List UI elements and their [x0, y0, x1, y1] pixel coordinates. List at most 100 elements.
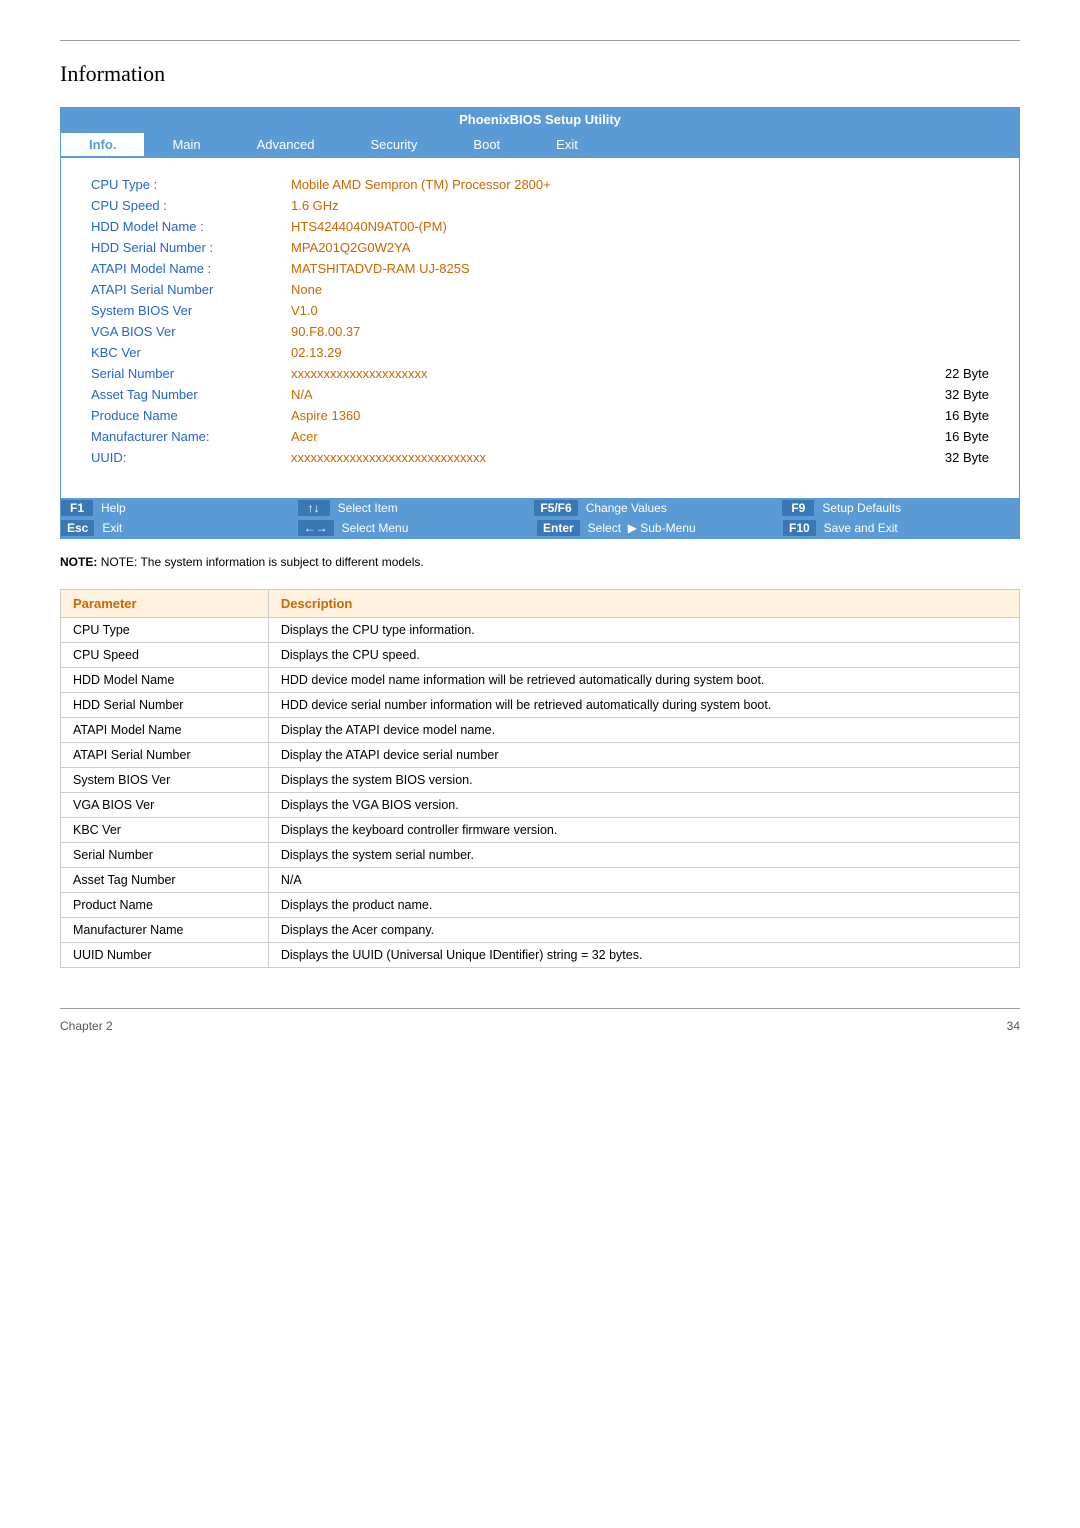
- bios-info-label: KBC Ver: [85, 342, 285, 363]
- param-name: Product Name: [61, 893, 269, 918]
- key-f9: F9: [782, 500, 814, 516]
- bios-info-row: HDD Model Name :HTS4244040N9AT00-(PM): [85, 216, 995, 237]
- setup-defaults-desc: Setup Defaults: [818, 500, 1019, 516]
- key-enter: Enter: [537, 520, 580, 536]
- param-desc: HDD device model name information will b…: [268, 668, 1019, 693]
- change-values-desc: Change Values: [582, 500, 783, 516]
- bios-info-row: Asset Tag NumberN/A32 Byte: [85, 384, 995, 405]
- page-number: 34: [1007, 1019, 1020, 1033]
- note-text: NOTE: NOTE: The system information is su…: [60, 555, 1020, 569]
- bios-info-label: CPU Type :: [85, 174, 285, 195]
- bios-info-size: [877, 258, 996, 279]
- bios-info-value: V1.0: [285, 300, 877, 321]
- exit-desc: Exit: [98, 520, 297, 536]
- param-table-row: Asset Tag NumberN/A: [61, 868, 1020, 893]
- bios-info-size: [877, 216, 996, 237]
- param-desc: HDD device serial number information wil…: [268, 693, 1019, 718]
- bios-status-bar: F1 Help ↑↓ Select Item F5/F6 Change Valu…: [61, 498, 1019, 538]
- bios-info-row: UUID:xxxxxxxxxxxxxxxxxxxxxxxxxxxxxx32 By…: [85, 447, 995, 468]
- param-table-header-param: Parameter: [61, 590, 269, 618]
- bios-info-size: 32 Byte: [877, 384, 996, 405]
- status-line-2: Esc Exit ←→ Select Menu Enter Select ▶ S…: [61, 518, 1019, 538]
- param-name: Serial Number: [61, 843, 269, 868]
- bios-info-row: CPU Speed :1.6 GHz: [85, 195, 995, 216]
- bios-nav-boot[interactable]: Boot: [445, 133, 528, 156]
- param-name: HDD Model Name: [61, 668, 269, 693]
- param-name: HDD Serial Number: [61, 693, 269, 718]
- bios-info-value: 90.F8.00.37: [285, 321, 877, 342]
- bios-nav: Info. Main Advanced Security Boot Exit: [61, 131, 1019, 158]
- param-table-row: HDD Model NameHDD device model name info…: [61, 668, 1020, 693]
- param-table-row: CPU SpeedDisplays the CPU speed.: [61, 643, 1020, 668]
- param-table: Parameter Description CPU TypeDisplays t…: [60, 589, 1020, 968]
- bios-info-label: VGA BIOS Ver: [85, 321, 285, 342]
- bios-info-size: [877, 300, 996, 321]
- status-line-1: F1 Help ↑↓ Select Item F5/F6 Change Valu…: [61, 498, 1019, 518]
- bios-title-bar: PhoenixBIOS Setup Utility: [61, 108, 1019, 131]
- bios-nav-advanced[interactable]: Advanced: [229, 133, 343, 156]
- page-title: Information: [60, 61, 1020, 87]
- bios-info-value: MATSHITADVD-RAM UJ-825S: [285, 258, 877, 279]
- select-item-desc: Select Item: [334, 500, 535, 516]
- chapter-label: Chapter 2: [60, 1019, 113, 1033]
- key-updown: ↑↓: [298, 500, 330, 516]
- param-table-row: ATAPI Serial NumberDisplay the ATAPI dev…: [61, 743, 1020, 768]
- bios-info-size: [877, 237, 996, 258]
- key-f5f6: F5/F6: [534, 500, 577, 516]
- bios-nav-security[interactable]: Security: [342, 133, 445, 156]
- key-f10: F10: [783, 520, 816, 536]
- bios-nav-main[interactable]: Main: [144, 133, 228, 156]
- bios-nav-exit[interactable]: Exit: [528, 133, 606, 156]
- param-desc: N/A: [268, 868, 1019, 893]
- bios-info-value: None: [285, 279, 877, 300]
- bios-info-value: Aspire 1360: [285, 405, 877, 426]
- bios-info-value: Mobile AMD Sempron (TM) Processor 2800+: [285, 174, 877, 195]
- bios-info-value: MPA201Q2G0W2YA: [285, 237, 877, 258]
- param-name: Manufacturer Name: [61, 918, 269, 943]
- bios-nav-info[interactable]: Info.: [61, 133, 144, 156]
- param-desc: Displays the system serial number.: [268, 843, 1019, 868]
- key-esc: Esc: [61, 520, 94, 536]
- bios-info-label: ATAPI Model Name :: [85, 258, 285, 279]
- bios-info-label: Produce Name: [85, 405, 285, 426]
- bios-info-size: [877, 174, 996, 195]
- param-table-row: Manufacturer NameDisplays the Acer compa…: [61, 918, 1020, 943]
- param-table-row: ATAPI Model NameDisplay the ATAPI device…: [61, 718, 1020, 743]
- select-submenu-desc: Select ▶ Sub-Menu: [584, 520, 783, 536]
- param-name: ATAPI Model Name: [61, 718, 269, 743]
- save-exit-desc: Save and Exit: [820, 520, 1019, 536]
- bios-info-value: 1.6 GHz: [285, 195, 877, 216]
- param-table-row: Serial NumberDisplays the system serial …: [61, 843, 1020, 868]
- bios-info-label: System BIOS Ver: [85, 300, 285, 321]
- bios-info-row: ATAPI Serial NumberNone: [85, 279, 995, 300]
- param-name: KBC Ver: [61, 818, 269, 843]
- bios-info-size: [877, 279, 996, 300]
- bios-info-value: 02.13.29: [285, 342, 877, 363]
- param-name: System BIOS Ver: [61, 768, 269, 793]
- bios-info-row: VGA BIOS Ver90.F8.00.37: [85, 321, 995, 342]
- param-desc: Displays the keyboard controller firmwar…: [268, 818, 1019, 843]
- bios-info-label: ATAPI Serial Number: [85, 279, 285, 300]
- bios-info-table: CPU Type :Mobile AMD Sempron (TM) Proces…: [85, 174, 995, 468]
- param-desc: Displays the Acer company.: [268, 918, 1019, 943]
- param-desc: Displays the CPU speed.: [268, 643, 1019, 668]
- bios-info-row: Serial Numberxxxxxxxxxxxxxxxxxxxxx22 Byt…: [85, 363, 995, 384]
- bios-panel: PhoenixBIOS Setup Utility Info. Main Adv…: [60, 107, 1020, 539]
- bios-info-size: [877, 342, 996, 363]
- param-name: CPU Speed: [61, 643, 269, 668]
- bios-info-value: N/A: [285, 384, 877, 405]
- bios-info-label: UUID:: [85, 447, 285, 468]
- bios-info-size: [877, 321, 996, 342]
- param-name: ATAPI Serial Number: [61, 743, 269, 768]
- bios-info-label: CPU Speed :: [85, 195, 285, 216]
- param-desc: Displays the UUID (Universal Unique IDen…: [268, 943, 1019, 968]
- bios-info-row: CPU Type :Mobile AMD Sempron (TM) Proces…: [85, 174, 995, 195]
- bios-info-label: Serial Number: [85, 363, 285, 384]
- bios-info-row: KBC Ver02.13.29: [85, 342, 995, 363]
- bios-info-size: [877, 195, 996, 216]
- param-name: VGA BIOS Ver: [61, 793, 269, 818]
- param-table-row: System BIOS VerDisplays the system BIOS …: [61, 768, 1020, 793]
- bios-info-row: HDD Serial Number :MPA201Q2G0W2YA: [85, 237, 995, 258]
- param-table-row: CPU TypeDisplays the CPU type informatio…: [61, 618, 1020, 643]
- param-table-row: UUID NumberDisplays the UUID (Universal …: [61, 943, 1020, 968]
